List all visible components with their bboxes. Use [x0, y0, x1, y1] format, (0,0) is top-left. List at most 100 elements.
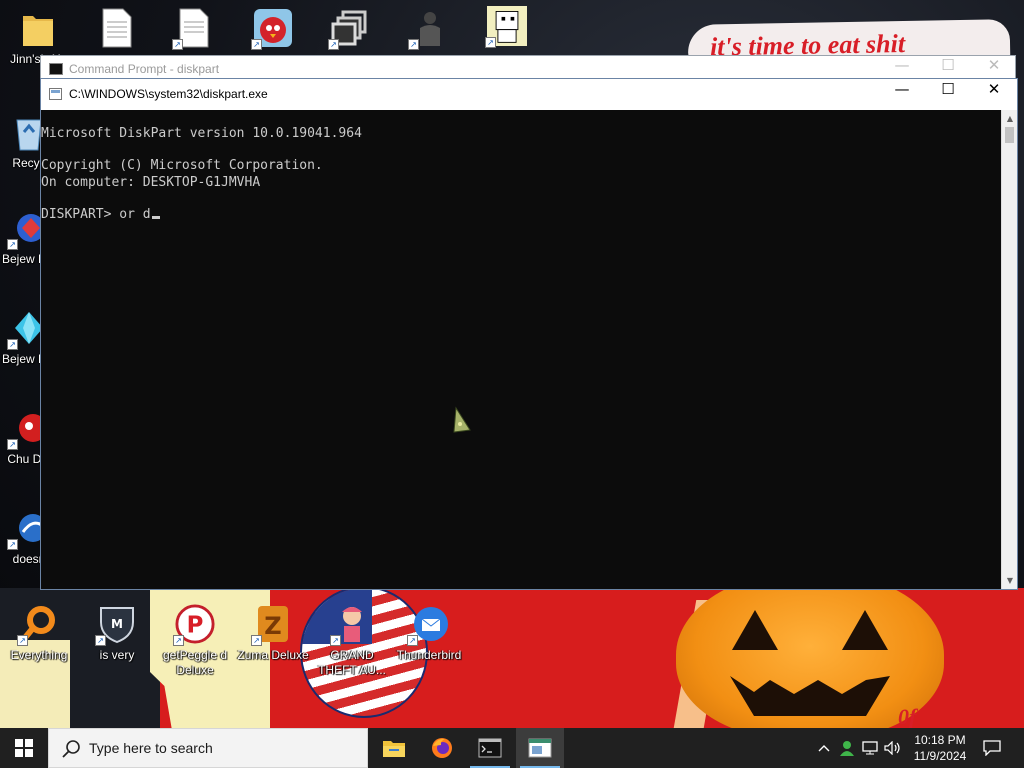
shortcut-arrow-icon: ↗ [407, 635, 418, 646]
scroll-down-button[interactable]: ▼ [1002, 572, 1018, 589]
notification-center-button[interactable] [980, 728, 1004, 768]
shortcut-arrow-icon: ↗ [251, 635, 262, 646]
console-output[interactable]: Microsoft DiskPart version 10.0.19041.96… [41, 110, 1001, 589]
diskpart-window-title: C:\WINDOWS\system32\diskpart.exe [69, 87, 268, 101]
document-shortcut-icon: ↗ [172, 8, 214, 50]
command-prompt-app-icon [49, 63, 63, 75]
network-tray[interactable] [860, 728, 882, 768]
minimize-button[interactable]: — [879, 80, 925, 108]
volume-tray[interactable] [882, 728, 904, 768]
taskbar-clock[interactable]: 10:18 PM 11/9/2024 [904, 732, 976, 764]
taskbar-firefox[interactable] [418, 728, 466, 768]
desktop-icon-gta[interactable]: ↗ GRAND THEFT AU... [315, 604, 389, 678]
search-placeholder: Type here to search [89, 740, 213, 756]
console-line: Copyright (C) Microsoft Corporation. [41, 158, 323, 174]
shortcut-arrow-icon: ↗ [172, 39, 183, 50]
svg-text:Z: Z [264, 612, 281, 640]
desktop-icon-document-shortcut[interactable]: ↗ [157, 8, 231, 50]
desktop-icon-zuma[interactable]: Z ↗ Zuma Deluxe [236, 604, 310, 663]
back-window-title: Command Prompt - diskpart [69, 62, 220, 76]
document-icon [97, 8, 137, 48]
shortcut-arrow-icon: ↗ [328, 39, 339, 50]
desktop-icon-label: Zuma Deluxe [237, 648, 309, 662]
pumpkin-eye-right [842, 610, 888, 650]
pixel-dog-icon: ↗ [485, 6, 527, 48]
mouse-pointer-icon [453, 406, 471, 433]
user-status-tray[interactable] [836, 728, 858, 768]
network-icon [862, 741, 878, 755]
show-hidden-icons-button[interactable] [814, 728, 834, 768]
taskbar-diskpart[interactable] [516, 728, 564, 768]
peggle-icon: P ↗ [173, 604, 215, 646]
pumpkin-eye-left [732, 610, 778, 650]
close-button[interactable]: ✕ [971, 80, 1017, 108]
desktop-icon-dark-figure[interactable]: ↗ [393, 8, 467, 50]
shortcut-arrow-icon: ↗ [485, 37, 496, 48]
shortcut-arrow-icon: ↗ [7, 239, 18, 250]
mpl-shield-icon: M ↗ [95, 604, 137, 646]
diskpart-app-icon [49, 88, 62, 100]
desktop-icon-angry-birds[interactable]: ↗ [236, 8, 310, 50]
maximize-button[interactable]: ☐ [925, 80, 971, 108]
shortcut-arrow-icon: ↗ [7, 539, 18, 550]
console-prompt-text: DISKPART> or d [41, 206, 151, 222]
scroll-up-button[interactable]: ▲ [1002, 110, 1018, 127]
gta-icon: ↗ [330, 604, 372, 646]
zuma-icon: Z ↗ [251, 604, 293, 646]
file-explorer-icon [383, 741, 405, 757]
shortcut-arrow-icon: ↗ [7, 439, 18, 450]
vertical-scrollbar[interactable]: ▲ ▼ [1001, 110, 1017, 589]
window-stack-icon: ↗ [328, 8, 370, 50]
clock-time: 10:18 PM [914, 733, 966, 747]
console-line: Microsoft DiskPart version 10.0.19041.96… [41, 126, 362, 141]
desktop-icon-pixel-dog[interactable]: ↗ [470, 6, 544, 48]
thunderbird-icon: ↗ [407, 604, 449, 646]
shortcut-arrow-icon: ↗ [330, 635, 341, 646]
taskbar-search-box[interactable]: Type here to search [48, 728, 368, 768]
diskpart-window[interactable]: C:\WINDOWS\system32\diskpart.exe — ☐ ✕ M… [40, 78, 1018, 590]
desktop-icon-label: Thunderbird [396, 648, 462, 662]
scrollbar-thumb[interactable] [1005, 127, 1014, 143]
desktop-icon-peggle[interactable]: P ↗ getPeggle d Deluxe [158, 604, 232, 678]
search-icon [62, 740, 80, 758]
desktop-icon-label: getPeggle d Deluxe [162, 648, 228, 677]
windows-logo-icon [15, 739, 33, 757]
command-prompt-icon [478, 738, 502, 758]
svg-text:M: M [111, 617, 123, 631]
text-cursor [151, 215, 160, 219]
console-line: On computer: DESKTOP-G1JMVHA [41, 174, 261, 190]
desktop-icon-label: Everything [10, 648, 68, 662]
diskpart-icon [528, 738, 552, 758]
taskbar-command-prompt[interactable] [466, 728, 514, 768]
svg-text:P: P [187, 613, 204, 639]
shortcut-arrow-icon: ↗ [95, 635, 106, 646]
clock-date: 11/9/2024 [913, 749, 967, 763]
desktop-icon-everything[interactable]: ↗ Everything [2, 604, 76, 663]
diskpart-titlebar[interactable]: C:\WINDOWS\system32\diskpart.exe — ☐ ✕ [41, 79, 1017, 110]
notification-icon [983, 740, 1001, 756]
everything-icon: ↗ [17, 604, 59, 646]
shortcut-arrow-icon: ↗ [408, 39, 419, 50]
wallpaper-corner-text: 0f [898, 704, 917, 728]
desktop-icon-label: GRAND THEFT AU... [318, 648, 386, 677]
shortcut-arrow-icon: ↗ [173, 635, 184, 646]
console-prompt-line[interactable]: DISKPART> or d [41, 207, 1001, 223]
taskbar: Type here to search 10:18 PM 11/9/2024 [0, 728, 1024, 768]
dark-figure-icon: ↗ [408, 8, 450, 50]
user-green-icon [840, 741, 854, 756]
desktop-icon-window-stack[interactable]: ↗ [313, 8, 387, 50]
speaker-icon [884, 741, 900, 755]
shortcut-arrow-icon: ↗ [17, 635, 28, 646]
desktop-icon-label: is very [99, 648, 135, 662]
taskbar-file-explorer[interactable] [370, 728, 418, 768]
desktop-icon-thunderbird[interactable]: ↗ Thunderbird [392, 604, 466, 663]
desktop-icon-document[interactable] [80, 8, 154, 48]
folder-icon [18, 8, 58, 48]
start-button[interactable] [0, 728, 48, 768]
shortcut-arrow-icon: ↗ [7, 339, 18, 350]
firefox-icon [432, 738, 452, 758]
desktop-icon-mpl-shield[interactable]: M ↗ is very [80, 604, 154, 663]
shortcut-arrow-icon: ↗ [251, 39, 262, 50]
